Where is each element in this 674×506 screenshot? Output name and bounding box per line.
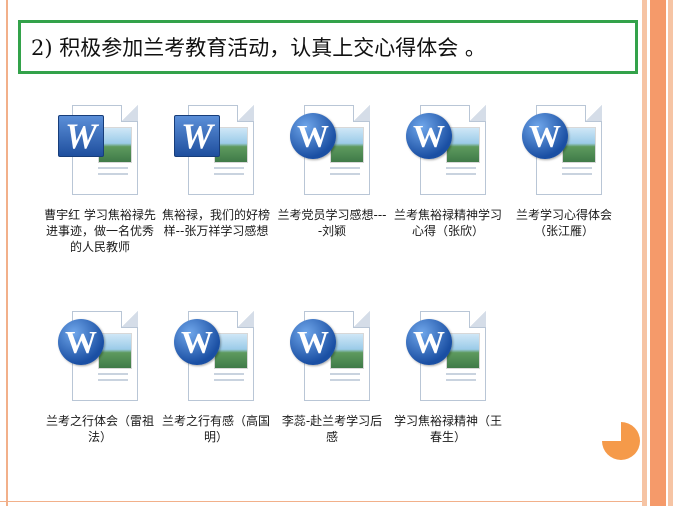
right-decorative-band — [642, 0, 674, 506]
file-item[interactable]: W 兰考之行有感（高国明） — [160, 307, 272, 445]
file-name: 李蕊-赴兰考学习后感 — [281, 414, 383, 444]
file-name: 兰考之行体会（雷祖法） — [45, 414, 154, 444]
file-name: 学习焦裕禄精神（王春生） — [393, 414, 502, 444]
word-document-icon: W — [58, 307, 142, 407]
word-document-icon: W — [406, 101, 490, 201]
file-item[interactable]: W 兰考党员学习感想----刘颖 — [276, 101, 388, 239]
file-name: 兰考学习心得体会（张江雁） — [515, 208, 612, 238]
heading-box: 2) 积极参加兰考教育活动，认真上交心得体会 。 — [18, 20, 638, 74]
slide: 2) 积极参加兰考教育活动，认真上交心得体会 。 W 曹宇红 学习焦裕禄先进事迹… — [0, 0, 674, 506]
file-item[interactable]: W 学习焦裕禄精神（王春生） — [392, 307, 504, 445]
word-document-icon: W — [406, 307, 490, 407]
file-item[interactable]: W 焦裕禄，我们的好榜样--张万祥学习感想 — [160, 101, 272, 239]
file-item[interactable]: W 李蕊-赴兰考学习后感 — [276, 307, 388, 445]
bottom-border-rule — [0, 501, 642, 502]
word-document-icon: W — [58, 101, 142, 201]
file-item[interactable]: W 兰考之行体会（雷祖法） — [44, 307, 156, 445]
file-name: 焦裕禄，我们的好榜样--张万祥学习感想 — [161, 208, 270, 238]
word-document-icon: W — [290, 101, 374, 201]
file-icon-grid: W 曹宇红 学习焦裕禄先进事迹，做一名优秀的人民教师 W 焦裕禄，我们的好榜样-… — [40, 95, 620, 455]
file-item[interactable]: W 曹宇红 学习焦裕禄先进事迹，做一名优秀的人民教师 — [44, 101, 156, 255]
decorative-circle-icon — [602, 422, 640, 460]
file-name: 曹宇红 学习焦裕禄先进事迹，做一名优秀的人民教师 — [44, 208, 156, 254]
slide-heading: 2) 积极参加兰考教育活动，认真上交心得体会 。 — [31, 36, 486, 60]
file-name: 兰考焦裕禄精神学习心得（张欣） — [393, 208, 502, 238]
file-name: 兰考党员学习感想----刘颖 — [277, 208, 387, 238]
word-document-icon: W — [290, 307, 374, 407]
file-item[interactable]: W 兰考学习心得体会（张江雁） — [508, 101, 620, 239]
file-item[interactable]: W 兰考焦裕禄精神学习心得（张欣） — [392, 101, 504, 239]
word-document-icon: W — [174, 307, 258, 407]
word-document-icon: W — [174, 101, 258, 201]
file-name: 兰考之行有感（高国明） — [161, 414, 270, 444]
left-border-rule — [6, 0, 8, 506]
word-document-icon: W — [522, 101, 606, 201]
